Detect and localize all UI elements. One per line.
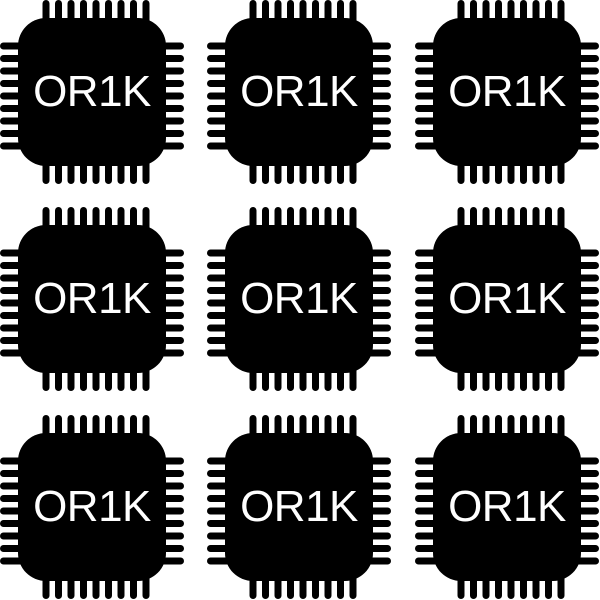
chip-label: OR1K [448,67,566,116]
chip-tile: OR1K [207,0,391,184]
chip-tile: OR1K [207,207,391,391]
chip-label: OR1K [240,67,358,116]
chip-label: OR1K [240,482,358,531]
chip-label: OR1K [448,482,566,531]
chip-tile: OR1K [415,207,599,391]
chip-label: OR1K [33,67,151,116]
chip-label: OR1K [33,274,151,323]
chip-tile: OR1K [0,0,184,184]
chip-label: OR1K [448,274,566,323]
chip-tile: OR1K [415,0,599,184]
chip-tile: OR1K [415,415,599,599]
chip-grid: OR1K OR1K OR1K OR1K OR1K OR1K OR1K OR1K OR1K [0,0,600,600]
chip-label: OR1K [240,274,358,323]
chip-tile: OR1K [207,415,391,599]
chip-tile: OR1K [0,415,184,599]
chip-label: OR1K [33,482,151,531]
chip-tile: OR1K [0,207,184,391]
